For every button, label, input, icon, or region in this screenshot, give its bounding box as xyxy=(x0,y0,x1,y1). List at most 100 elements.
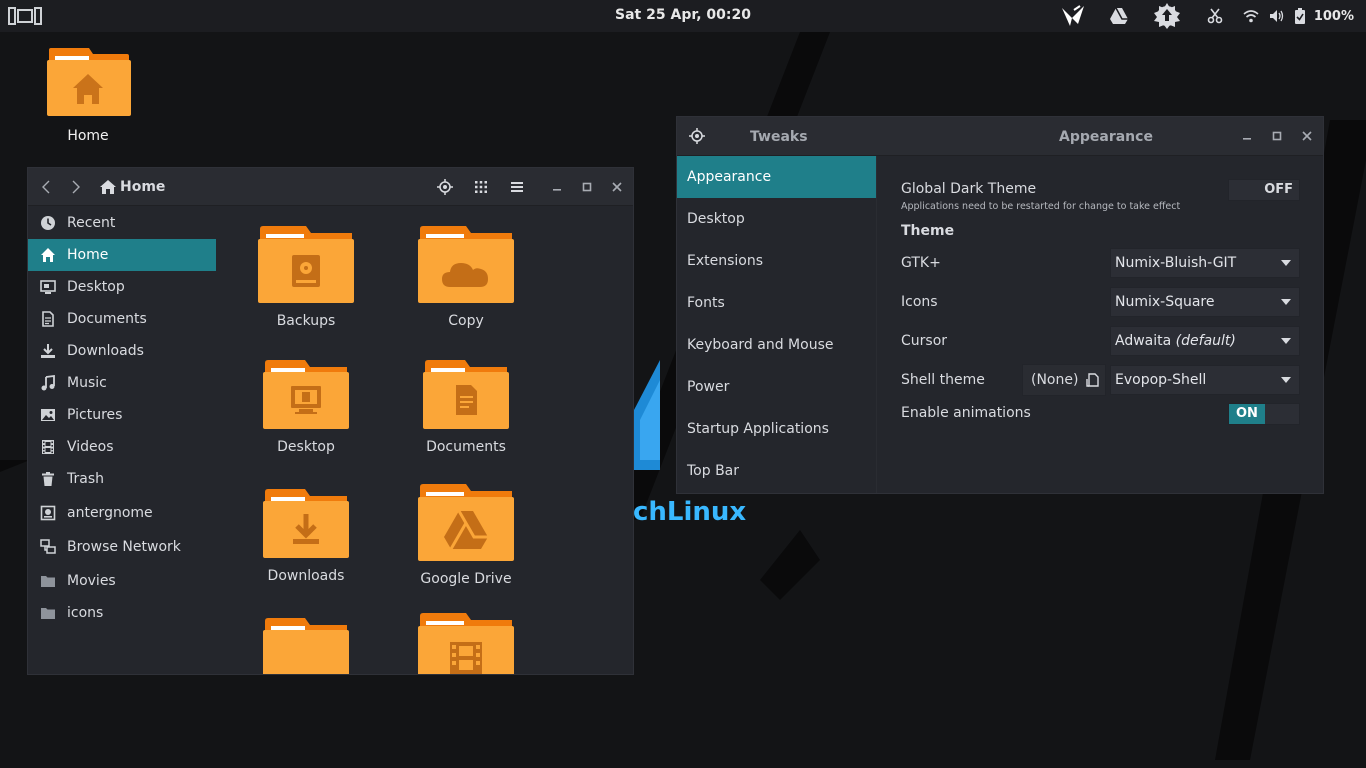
tweaks-close-button[interactable] xyxy=(1292,121,1322,151)
menu-button[interactable] xyxy=(502,172,532,202)
battery-icon[interactable] xyxy=(1290,0,1310,32)
sidebar-item-downloads[interactable]: Downloads xyxy=(28,335,216,367)
location-button[interactable] xyxy=(430,172,460,202)
places-sidebar: Recent Home Desktop Documents Downloads … xyxy=(28,207,216,674)
minimize-button[interactable] xyxy=(542,172,572,202)
sidebar-item-label: Pictures xyxy=(67,407,123,423)
scissors-icon[interactable] xyxy=(1192,0,1238,32)
folder-label: Downloads xyxy=(267,568,345,584)
folder-item-downloads[interactable]: Downloads xyxy=(236,488,376,584)
tweaks-sidebar-fonts[interactable]: Fonts xyxy=(677,282,876,324)
tweaks-sidebar-top-bar[interactable]: Top Bar xyxy=(677,450,876,492)
chevron-down-icon xyxy=(1281,260,1291,266)
sidebar-item-browse-network[interactable]: Browse Network xyxy=(28,531,216,563)
close-icon xyxy=(1302,131,1312,141)
enable-animations-switch[interactable]: ON xyxy=(1228,403,1300,425)
sidebar-item-label: Recent xyxy=(67,215,116,231)
document-icon xyxy=(423,360,509,429)
tweaks-sidebar-power[interactable]: Power xyxy=(677,366,876,408)
back-button[interactable] xyxy=(31,168,61,206)
close-button[interactable] xyxy=(602,172,632,202)
folder-item-desktop[interactable]: Desktop xyxy=(236,359,376,455)
global-dark-theme-label: Global Dark Theme xyxy=(901,181,1037,197)
tweaks-sidebar-extensions[interactable]: Extensions xyxy=(677,240,876,282)
folder-item-documents[interactable]: Documents xyxy=(396,359,536,455)
sidebar-item-icons[interactable]: icons xyxy=(28,597,216,629)
sidebar-item-music[interactable]: Music xyxy=(28,367,216,399)
tweaks-minimize-button[interactable] xyxy=(1232,121,1262,151)
crosshair-icon xyxy=(437,179,453,195)
cursor-theme-dropdown[interactable]: Adwaita (default) xyxy=(1110,326,1300,356)
shell-theme-dropdown[interactable]: Evopop-Shell xyxy=(1110,365,1300,395)
folder-item-copy[interactable]: Copy xyxy=(396,225,536,329)
clock[interactable]: Sat 25 Apr, 00:20 xyxy=(615,7,751,23)
breadcrumb[interactable]: Home xyxy=(99,179,165,195)
folder-item-movies[interactable] xyxy=(396,612,536,674)
folder-item-backups[interactable]: Backups xyxy=(236,225,376,329)
top-bar: Sat 25 Apr, 00:20 100% xyxy=(0,0,1366,32)
download-icon xyxy=(263,489,349,558)
sidebar-item-pictures[interactable]: Pictures xyxy=(28,399,216,431)
sidebar-item-movies[interactable]: Movies xyxy=(28,565,216,597)
sidebar-item-label: icons xyxy=(67,605,104,621)
folder-item[interactable] xyxy=(236,617,376,674)
chevron-left-icon xyxy=(42,180,50,193)
activities-icon[interactable] xyxy=(8,6,42,26)
chevron-right-icon xyxy=(72,180,80,193)
tweaks-search-button[interactable] xyxy=(682,121,712,151)
cloud-icon xyxy=(418,226,514,303)
file-manager-window: Home Recent Home Desktop Documents Downl… xyxy=(27,167,634,675)
forward-button[interactable] xyxy=(61,168,91,206)
volume-icon[interactable] xyxy=(1264,0,1290,32)
folder-label: Backups xyxy=(276,313,336,329)
battery-percent[interactable]: 100% xyxy=(1314,9,1354,24)
folder-label: Documents xyxy=(426,439,506,455)
chevron-down-icon xyxy=(1281,377,1291,383)
sidebar-item-documents[interactable]: Documents xyxy=(28,303,216,335)
drive-icon[interactable] xyxy=(1096,0,1142,32)
tweaks-window: Tweaks Appearance Appearance Desktop Ext… xyxy=(676,116,1324,494)
tweaks-page-title: Appearance xyxy=(1059,129,1153,145)
sidebar-item-desktop[interactable]: Desktop xyxy=(28,271,216,303)
dropdown-value-suffix: (default) xyxy=(1175,333,1236,349)
icons-theme-dropdown[interactable]: Numix-Square xyxy=(1110,287,1300,317)
maximize-icon xyxy=(582,182,592,192)
tweaks-maximize-button[interactable] xyxy=(1262,121,1292,151)
desktop-home-icon[interactable]: Home xyxy=(40,46,136,144)
sidebar-item-label: Videos xyxy=(67,439,114,455)
theme-section-header: Theme xyxy=(901,223,955,239)
sidebar-item-videos[interactable]: Videos xyxy=(28,431,216,463)
tweaks-sidebar-keyboard-mouse[interactable]: Keyboard and Mouse xyxy=(677,324,876,366)
download-icon xyxy=(38,341,58,361)
home-folder-icon xyxy=(47,48,131,116)
shutter-icon[interactable] xyxy=(1050,0,1096,32)
sidebar-item-label: Movies xyxy=(67,573,116,589)
film-icon xyxy=(418,613,514,674)
home-icon xyxy=(100,179,116,194)
folder-item-google-drive[interactable]: Google Drive xyxy=(396,483,536,587)
sidebar-item-trash[interactable]: Trash xyxy=(28,463,216,495)
sidebar-item-antergnome[interactable]: antergnome xyxy=(28,497,216,529)
global-dark-theme-switch[interactable]: OFF xyxy=(1228,179,1300,201)
cursor-theme-label: Cursor xyxy=(901,333,948,349)
sidebar-item-label: Downloads xyxy=(67,343,144,359)
tweaks-sidebar-desktop[interactable]: Desktop xyxy=(677,198,876,240)
enable-animations-label: Enable animations xyxy=(901,405,1031,421)
tweaks-sidebar-appearance[interactable]: Appearance xyxy=(677,156,876,198)
sidebar-item-label: Home xyxy=(67,247,109,263)
wifi-icon[interactable] xyxy=(1238,0,1264,32)
update-icon[interactable] xyxy=(1142,0,1192,32)
network-icon xyxy=(38,537,58,557)
maximize-button[interactable] xyxy=(572,172,602,202)
shell-theme-file-button[interactable]: (None) xyxy=(1022,364,1106,396)
view-grid-button[interactable] xyxy=(466,172,496,202)
sidebar-item-recent[interactable]: Recent xyxy=(28,207,216,239)
tweaks-sidebar-startup-applications[interactable]: Startup Applications xyxy=(677,408,876,450)
desktop-icon xyxy=(38,277,58,297)
sidebar-item-home[interactable]: Home xyxy=(28,239,216,271)
gtk-theme-dropdown[interactable]: Numix-Bluish-GIT xyxy=(1110,248,1300,278)
icons-theme-label: Icons xyxy=(901,294,938,310)
dropdown-value: Adwaita xyxy=(1115,333,1172,349)
minimize-icon xyxy=(553,189,561,191)
folder-grid: Backups Copy Desktop Documents Downloads… xyxy=(216,207,633,674)
